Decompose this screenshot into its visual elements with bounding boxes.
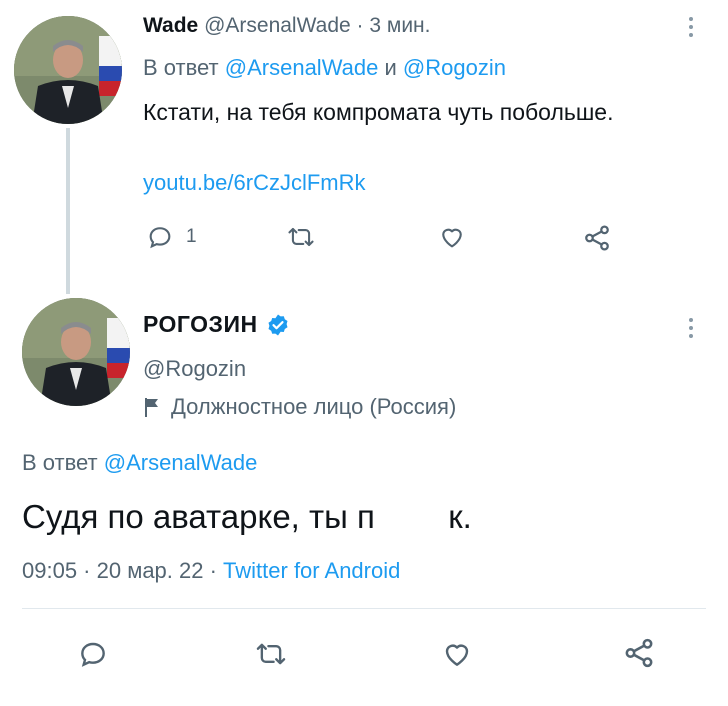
tweet1-author-handle[interactable]: @ArsenalWade [204,14,351,37]
retweet-icon [256,643,286,665]
tweet2-share-button[interactable] [622,636,656,670]
verified-badge-icon [268,314,288,335]
tweet1-like-button[interactable] [437,223,467,251]
tweet1-share-button[interactable] [582,223,612,253]
tweet2-meta: 09:05 · 20 мар. 22 · Twitter for Android [22,558,400,584]
retweet-icon [288,227,314,247]
like-icon [442,228,462,248]
tweet2-government-label[interactable]: Должностное лицо (Россия) [143,394,456,420]
tweet2-timestamp[interactable]: 09:05 · 20 мар. 22 · [22,558,217,583]
avatar-rogozin[interactable] [22,298,130,406]
tweet1-reply-user1-link[interactable]: @ArsenalWade [225,55,379,80]
tweet2-label-text: Должностное лицо (Россия) [171,394,457,419]
tweet2-more-icon[interactable] [688,318,694,338]
avatar-wade[interactable] [14,16,122,124]
reply-icon [149,227,171,249]
tweet2-reply-button[interactable] [77,638,109,670]
divider [22,608,706,609]
tweet1-retweet-button[interactable] [286,223,316,251]
tweet1-reply-user2-link[interactable]: @Rogozin [403,55,506,80]
tweet2-author-name[interactable]: РОГОЗИН [143,311,258,338]
tweet2-reply-user-link[interactable]: @ArsenalWade [104,450,258,475]
tweet2-author-handle[interactable]: @Rogozin [143,356,246,382]
tweet2-reply-prefix: В ответ [22,450,98,475]
tweet1-reply-count: 1 [186,226,197,247]
thread-connector-line [66,128,70,294]
share-icon [625,638,653,668]
tweet1-separator: · [356,14,364,37]
tweet2-reply-context: В ответ @ArsenalWade [22,450,257,476]
tweet1-reply-context: В ответ @ArsenalWade и @Rogozin [143,55,506,81]
tweet2-like-button[interactable] [440,638,474,670]
tweet1-reply-and: и [384,55,397,80]
tweet2-author: РОГОЗИН [143,311,290,338]
reply-icon [81,642,105,667]
share-icon [585,225,609,251]
tweet2-retweet-button[interactable] [254,638,288,670]
tweet1-time[interactable]: 3 мин. [369,14,430,37]
tweet1-author-name[interactable]: Wade [143,14,198,37]
tweet1-more-icon[interactable] [688,17,694,37]
tweet1-text: Кстати, на тебя компромата чуть побольше… [143,99,614,125]
tweet1-reply-prefix: В ответ [143,55,219,80]
like-icon [445,644,469,666]
tweet2-text: Судя по аватарке, ты п к. [22,498,472,535]
flag-icon [145,398,158,417]
tweet2-source-link[interactable]: Twitter for Android [223,558,400,583]
tweet1-link[interactable]: youtu.be/6rCzJclFmRk [143,170,366,196]
tweet1-reply-button[interactable]: 1 [146,223,197,251]
tweet1-header: Wade @ArsenalWade · 3 мин. [143,14,431,38]
